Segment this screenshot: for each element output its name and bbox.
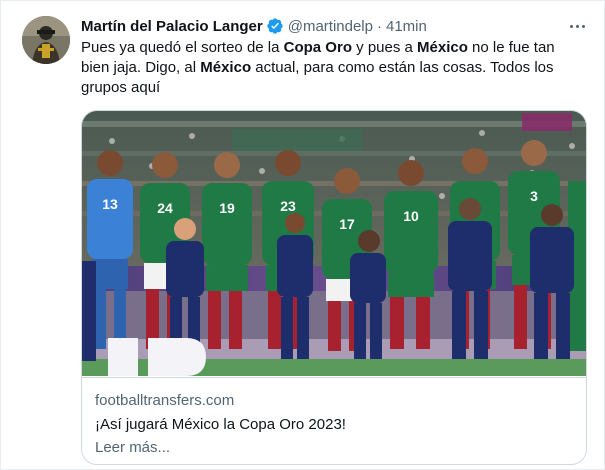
link-card[interactable]: 13 24 19 23 17 10 3 footballtransfers.co… xyxy=(81,110,587,465)
tweet-text-bold: México xyxy=(417,39,468,56)
verified-badge-icon xyxy=(266,17,284,35)
jersey-number: 24 xyxy=(157,200,173,216)
tweet-text-bold: Copa Oro xyxy=(283,39,352,56)
jersey-number: 17 xyxy=(339,216,355,232)
author-name[interactable]: Martín del Palacio Langer xyxy=(81,18,263,35)
tweet-text-part: y pues a xyxy=(351,39,418,56)
card-domain: footballtransfers.com xyxy=(95,392,235,409)
card-title: ¡Así jugará México la Copa Oro 2023! xyxy=(95,416,346,433)
jersey-number: 10 xyxy=(403,208,419,224)
separator-dot: · xyxy=(376,17,382,35)
tweet-text: Pues ya quedó el sorteo de la Copa Oro y… xyxy=(81,38,586,98)
team-photo: 13 24 19 23 17 10 3 xyxy=(82,111,586,376)
avatar[interactable] xyxy=(22,16,70,64)
jersey-number: 19 xyxy=(219,200,235,216)
avatar-image xyxy=(22,16,70,64)
tweet[interactable]: Martín del Palacio Langer @martindelp · … xyxy=(0,0,605,470)
jersey-number: 3 xyxy=(530,188,538,204)
tweet-text-part: Pues ya quedó el sorteo de la xyxy=(81,39,284,56)
more-horizontal-icon[interactable] xyxy=(565,15,589,37)
author-handle[interactable]: @martindelp xyxy=(288,18,373,35)
jersey-number: 23 xyxy=(280,198,296,214)
card-info[interactable]: footballtransfers.com ¡Así jugará México… xyxy=(82,377,586,464)
timestamp[interactable]: 41min xyxy=(386,18,427,35)
jersey-number: 13 xyxy=(102,196,118,212)
card-read-more[interactable]: Leer más... xyxy=(95,439,170,456)
tweet-header: Martín del Palacio Langer @martindelp · … xyxy=(81,15,427,37)
card-image[interactable]: 13 24 19 23 17 10 3 xyxy=(82,111,586,376)
tweet-text-bold: México xyxy=(200,59,252,76)
